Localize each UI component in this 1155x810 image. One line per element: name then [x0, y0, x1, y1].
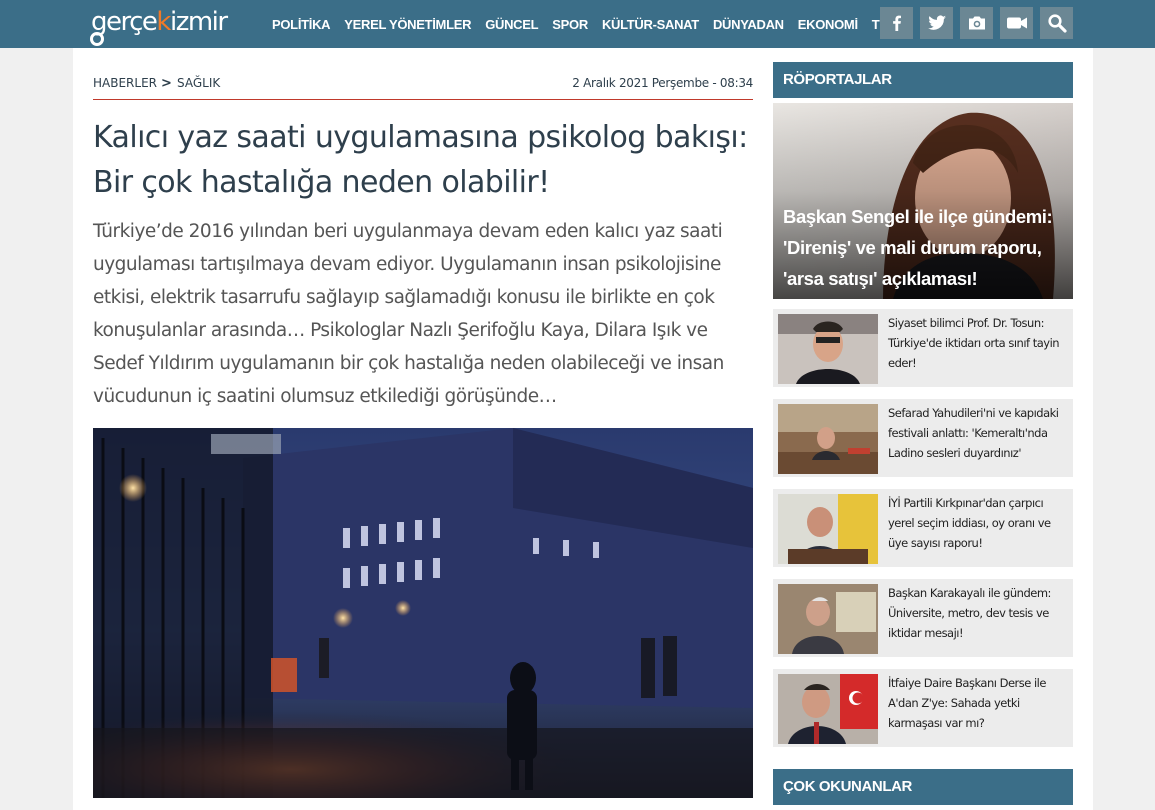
- interview-list-item[interactable]: İtfaiye Daire Başkanı Derse ile A'dan Z'…: [773, 669, 1073, 747]
- article-photo-night-street: [93, 428, 753, 798]
- breadcrumb-root-link[interactable]: HABERLER: [93, 76, 157, 90]
- interview-list-item[interactable]: Siyaset bilimci Prof. Dr. Tosun: Türkiye…: [773, 309, 1073, 387]
- nav-item-kultur-sanat[interactable]: KÜLTÜR-SANAT: [602, 17, 699, 32]
- site-logo[interactable]: gerçekizmir: [90, 4, 228, 48]
- interview-list-item[interactable]: İYİ Partili Kırkpınar'dan çarpıcı yerel …: [773, 489, 1073, 567]
- facebook-button[interactable]: [880, 7, 913, 39]
- interview-headline: İYİ Partili Kırkpınar'dan çarpıcı yerel …: [888, 496, 1051, 550]
- interview-photo-1: [778, 314, 878, 384]
- interview-photo-3: [778, 494, 878, 564]
- interviews-section-title: RÖPORTAJLAR: [773, 62, 1073, 98]
- interview-headline: Başkan Karakayalı ile gündem: Üniversite…: [888, 586, 1051, 640]
- interview-thumbnail: [778, 314, 878, 384]
- top-navigation-bar: gerçekizmir POLİTİKA YEREL YÖNETİMLER GÜ…: [0, 0, 1155, 48]
- breadcrumb-category-link[interactable]: SAĞLIK: [177, 76, 220, 90]
- logo-ring-icon: [90, 32, 104, 46]
- video-icon: [1006, 17, 1027, 29]
- article-summary: Türkiye’de 2016 yılından beri uygulanmay…: [93, 221, 724, 407]
- camera-icon: [968, 16, 985, 30]
- interview-thumbnail: [778, 584, 878, 654]
- interview-list-item[interactable]: Sefarad Yahudileri'ni ve kapıdaki festiv…: [773, 399, 1073, 477]
- search-button[interactable]: [1040, 7, 1073, 39]
- interview-headline: Sefarad Yahudileri'ni ve kapıdaki festiv…: [888, 406, 1059, 460]
- nav-item-guncel[interactable]: GÜNCEL: [485, 17, 538, 32]
- most-read-section-title: ÇOK OKUNANLAR: [773, 769, 1073, 805]
- publish-date: 2 Aralık 2021 Perşembe - 08:34: [572, 76, 753, 90]
- nav-item-spor[interactable]: SPOR: [552, 17, 588, 32]
- twitter-button[interactable]: [920, 7, 953, 39]
- breadcrumb-separator: >: [161, 76, 172, 91]
- nav-item-politika[interactable]: POLİTİKA: [272, 17, 331, 32]
- featured-interview-card[interactable]: Başkan Sengel ile ilçe gündemi: 'Direniş…: [773, 103, 1073, 299]
- header-icon-group: [880, 7, 1073, 39]
- interview-photo-5: [778, 674, 878, 744]
- article-main-image: [93, 428, 753, 798]
- twitter-icon: [927, 15, 946, 30]
- logo-text-part3: izmir: [169, 7, 228, 37]
- interview-photo-4: [778, 584, 878, 654]
- interview-thumbnail: [778, 674, 878, 744]
- facebook-icon: [892, 15, 901, 31]
- nav-item-yerel-yonetimler[interactable]: YEREL YÖNETİMLER: [344, 17, 471, 32]
- featured-interview-headline: Başkan Sengel ile ilçe gündemi: 'Direniş…: [783, 206, 1053, 289]
- nav-item-ekonomi[interactable]: EKONOMİ: [798, 17, 858, 32]
- video-gallery-button[interactable]: [1000, 7, 1033, 39]
- interview-thumbnail: [778, 494, 878, 564]
- interview-headline: İtfaiye Daire Başkanı Derse ile A'dan Z'…: [888, 676, 1046, 730]
- interview-list-item[interactable]: Başkan Karakayalı ile gündem: Üniversite…: [773, 579, 1073, 657]
- main-nav: POLİTİKA YEREL YÖNETİMLER GÜNCEL SPOR KÜ…: [272, 0, 908, 48]
- article-title: Kalıcı yaz saati uygulamasına psikolog b…: [93, 120, 748, 200]
- breadcrumb: HABERLER > SAĞLIK 2 Aralık 2021 Perşembe…: [93, 74, 753, 100]
- interview-photo-2: [778, 404, 878, 474]
- interview-headline: Siyaset bilimci Prof. Dr. Tosun: Türkiye…: [888, 316, 1060, 370]
- interview-thumbnail: [778, 404, 878, 474]
- logo-text-part2: k: [156, 7, 171, 37]
- nav-item-dunyadan[interactable]: DÜNYADAN: [713, 17, 784, 32]
- photo-gallery-button[interactable]: [960, 7, 993, 39]
- search-icon: [1047, 14, 1067, 33]
